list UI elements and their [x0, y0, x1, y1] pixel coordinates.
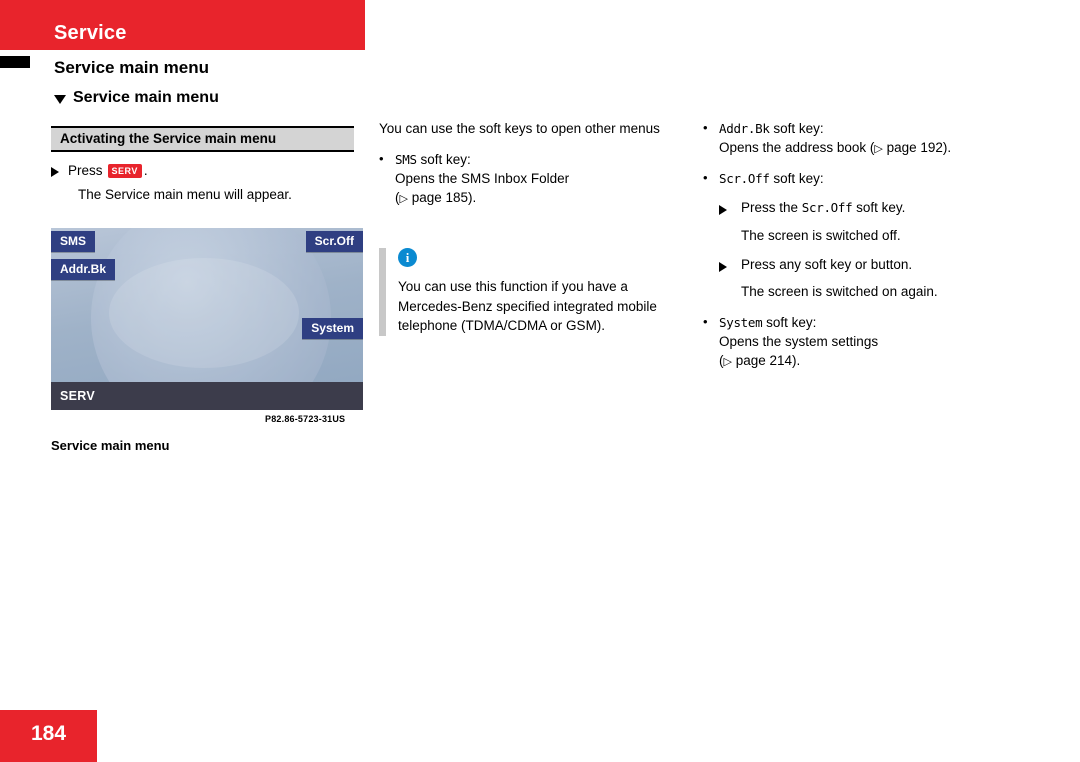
press-instruction: Press SERV . — [51, 163, 363, 178]
softkey-suffix: soft key: — [769, 121, 824, 136]
col3-bullet-addrbk: • Addr.Bk soft key: Opens the address bo… — [703, 119, 1033, 157]
col3-bullet-system: • System soft key: Opens the system sett… — [703, 313, 1033, 370]
screen-softkey-sms[interactable]: SMS — [51, 231, 96, 252]
softkey-name-scroff: Scr.Off — [719, 171, 770, 187]
triangle-right-icon — [51, 166, 59, 177]
bullet-marker: • — [379, 151, 384, 167]
bullet-marker: • — [703, 170, 708, 186]
col3-addrbk-title-line: Addr.Bk soft key: — [719, 119, 1033, 138]
chapter-tab-marker — [0, 56, 30, 68]
press-label: Press — [68, 163, 103, 178]
page-ref-text: page 185). — [407, 190, 477, 206]
col2-sms-desc: Opens the SMS Inbox Folder — [395, 171, 570, 187]
col2-sms-ref: (▷ page 185). — [395, 188, 674, 207]
triangle-right-icon-wrap — [719, 255, 741, 274]
info-icon: i — [398, 248, 417, 267]
softkey-name-system: System — [719, 315, 763, 331]
step2-text: Press any soft key or button. — [741, 256, 913, 272]
triangle-right-icon — [719, 205, 727, 216]
figure-service-main-menu-screen: SMS Addr.Bk Scr.Off System SERV — [51, 228, 363, 410]
softkey-name-sms: SMS — [395, 152, 417, 168]
screen-softkey-system[interactable]: System — [302, 318, 363, 339]
figure-code: P82.86-5723-31US — [265, 414, 346, 424]
page-ref-arrow-icon: ▷ — [723, 355, 732, 369]
page-ref-text: page 214). — [731, 353, 801, 369]
page-ref-text: page 192). — [882, 140, 952, 156]
screen-softkey-addrbk[interactable]: Addr.Bk — [51, 259, 116, 280]
column-two: You can use the soft keys to open other … — [379, 119, 674, 208]
triangle-right-icon — [719, 261, 727, 272]
softkey-suffix: soft key: — [769, 171, 824, 187]
header-title: Service — [54, 22, 127, 44]
press-period: . — [143, 163, 148, 178]
column-one: Activating the Service main menu Press S… — [51, 126, 363, 202]
col3-scroff-step-1: Press the Scr.Off soft key. — [719, 198, 1033, 217]
col3-scroff-title-line: Scr.Off soft key: — [719, 169, 1033, 188]
subsection-heading: Activating the Service main menu — [51, 126, 354, 152]
page-number: 184 — [0, 710, 97, 762]
section-heading-label: Service main menu — [73, 89, 219, 106]
triangle-down-icon — [54, 94, 66, 104]
note-side-bar — [379, 248, 386, 336]
col2-sms-title-line: SMS soft key: — [395, 150, 674, 169]
bullet-marker: • — [703, 314, 708, 330]
serv-button-key: SERV — [107, 163, 142, 178]
step1-prefix: Press the — [741, 200, 802, 216]
screen-softkey-scroff[interactable]: Scr.Off — [305, 231, 363, 252]
step1-suffix: soft key. — [852, 200, 906, 216]
col3-system-desc: Opens the system settings — [719, 334, 879, 350]
col3-scroff-result-1: The screen is switched off. — [741, 227, 901, 243]
chapter-title: Service main menu — [54, 58, 209, 77]
triangle-right-icon-wrap — [719, 198, 741, 217]
press-result: The Service main menu will appear. — [78, 187, 292, 202]
col3-addrbk-desc: Opens the address book (▷ page 192). — [719, 138, 1033, 157]
col2-intro: You can use the soft keys to open other … — [379, 121, 660, 136]
col3-system-title-line: System soft key: — [719, 313, 1033, 332]
col3-bullet-scroff: • Scr.Off soft key: — [703, 169, 1033, 188]
section-heading: Service main menu — [54, 89, 219, 107]
screen-footer-label: SERV — [51, 382, 363, 410]
col3-system-ref: (▷ page 214). — [719, 351, 1033, 370]
softkey-suffix: soft key: — [416, 152, 471, 168]
page-ref-arrow-icon: ▷ — [399, 192, 408, 206]
addrbk-desc-text: Opens the address book ( — [719, 140, 875, 156]
note-text: You can use this function if you have a … — [398, 279, 657, 334]
col2-bullet-sms: • SMS soft key: Opens the SMS Inbox Fold… — [379, 150, 674, 207]
note-box: i You can use this function if you have … — [379, 248, 679, 336]
col3-scroff-result-2: The screen is switched on again. — [741, 283, 938, 299]
softkey-name-addrbk: Addr.Bk — [719, 121, 770, 136]
column-three: • Addr.Bk soft key: Opens the address bo… — [703, 119, 1033, 371]
figure-caption: Service main menu — [51, 438, 170, 453]
col3-scroff-step-2: Press any soft key or button. — [719, 255, 1033, 274]
softkey-suffix: soft key: — [762, 315, 817, 331]
bullet-marker: • — [703, 120, 708, 135]
softkey-name-scroff-inline: Scr.Off — [801, 200, 853, 216]
page-ref-arrow-icon: ▷ — [874, 142, 883, 156]
